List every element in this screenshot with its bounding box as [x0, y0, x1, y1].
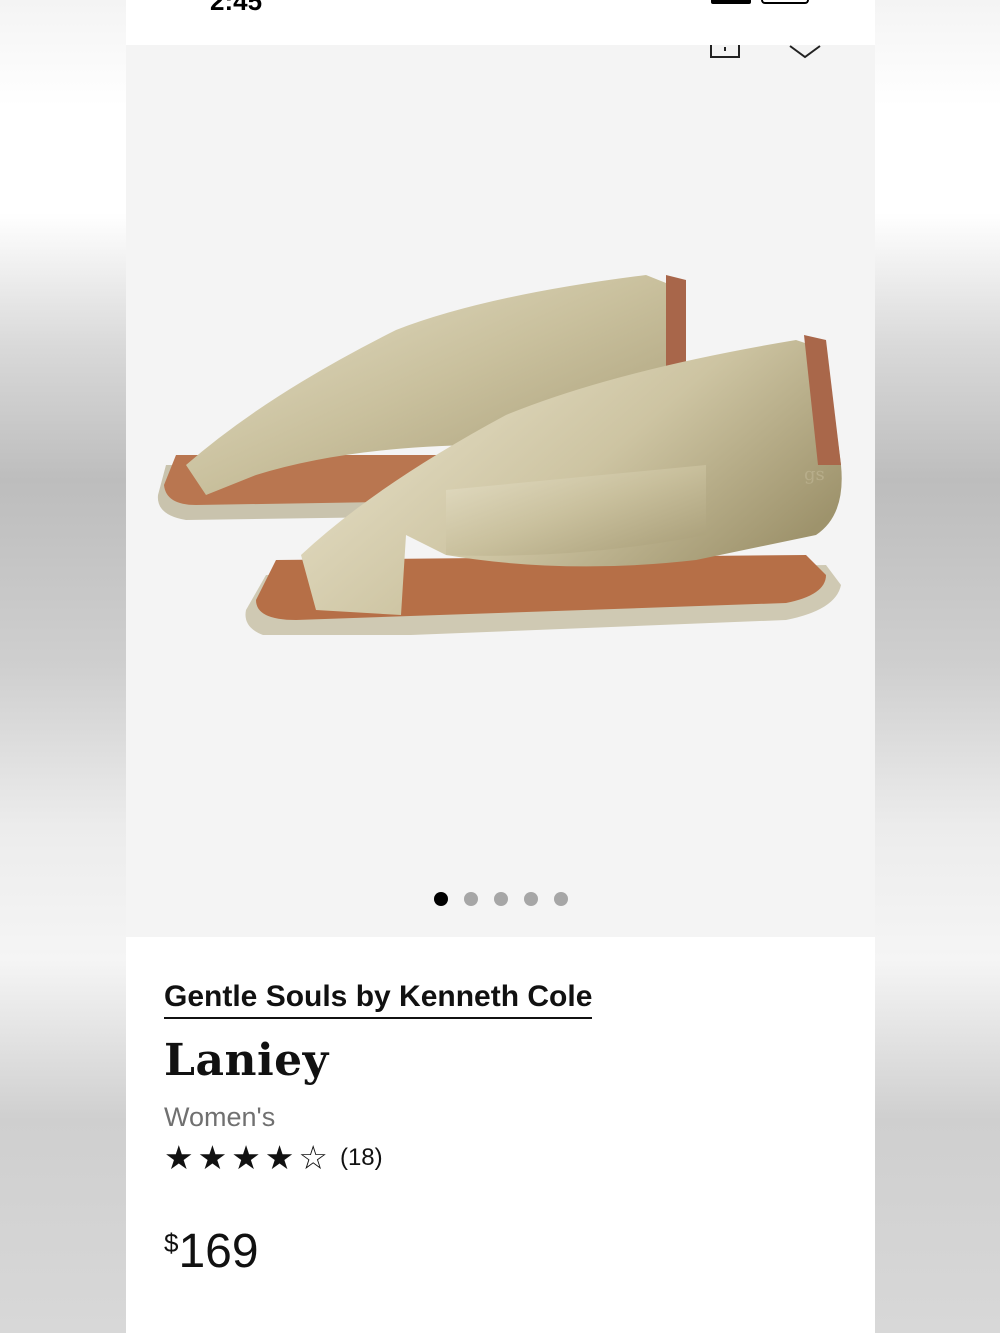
- product-image: gs: [157, 275, 842, 635]
- star-filled-icon: ★: [231, 1138, 261, 1177]
- product-info: Gentle Souls by Kenneth Cole Laniey Wome…: [164, 980, 844, 1279]
- product-gallery[interactable]: gs: [126, 45, 875, 937]
- star-filled-icon: ★: [197, 1138, 228, 1177]
- gallery-pagination: [126, 892, 875, 906]
- status-time: 2:45: [210, 0, 263, 16]
- brand-link[interactable]: Gentle Souls by Kenneth Cole: [164, 980, 593, 1019]
- status-bar: 2:45: [126, 0, 875, 45]
- phone-screen: 2:45 gs Gentle Souls by Kenneth Cole Lan…: [126, 0, 875, 1333]
- gallery-dot-3[interactable]: [493, 892, 508, 906]
- share-icon[interactable]: [710, 45, 740, 59]
- battery-icon: [761, 0, 809, 4]
- status-icons: [711, 0, 809, 4]
- product-name: Laniey: [164, 1035, 329, 1086]
- currency-symbol: $: [164, 1228, 179, 1258]
- gallery-dot-2[interactable]: [463, 892, 478, 906]
- product-price: $ 169: [164, 1224, 844, 1279]
- svg-text:gs: gs: [804, 464, 825, 485]
- rating-row[interactable]: ★ ★ ★ ★ ☆ (18): [164, 1141, 844, 1174]
- background-right: [874, 0, 1000, 1333]
- star-empty-icon: ☆: [298, 1138, 328, 1177]
- star-filled-icon: ★: [164, 1138, 194, 1177]
- background-left: [0, 0, 126, 1333]
- price-value: 169: [178, 1225, 259, 1278]
- star-filled-icon: ★: [264, 1138, 295, 1177]
- heart-icon[interactable]: [789, 45, 821, 59]
- gallery-dot-5[interactable]: [553, 892, 568, 906]
- signal-icon: [711, 0, 751, 4]
- review-count[interactable]: (18): [340, 1144, 383, 1172]
- gallery-dot-1[interactable]: [433, 892, 448, 906]
- product-gender: Women's: [164, 1102, 276, 1132]
- gallery-dot-4[interactable]: [523, 892, 538, 906]
